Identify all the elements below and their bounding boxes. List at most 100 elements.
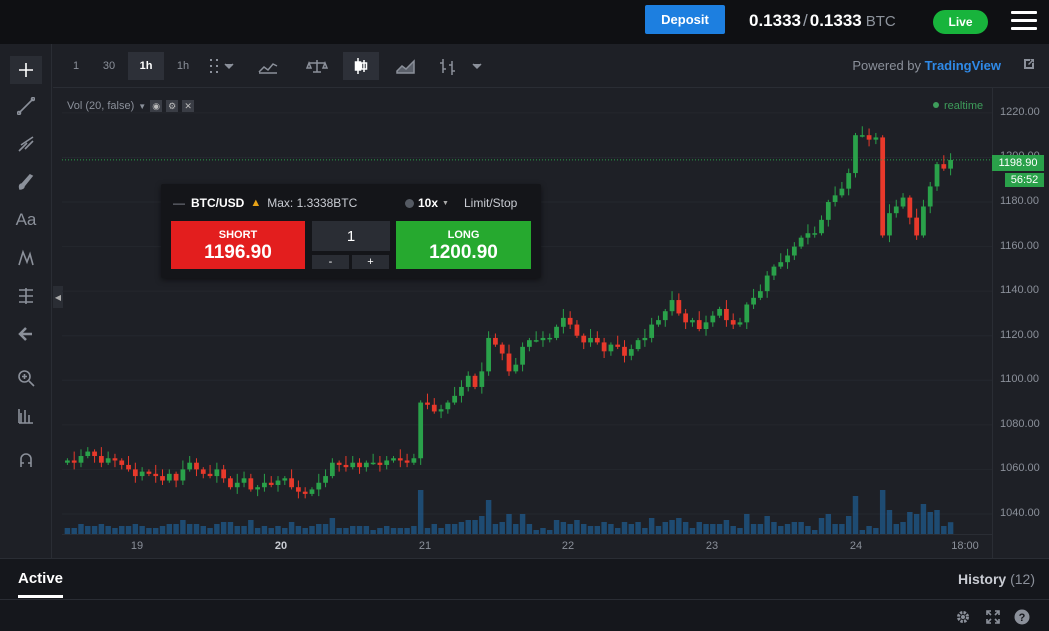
balance-available: 0.1333 (749, 11, 801, 30)
volume-bar (519, 514, 526, 534)
price-tick: 1100.00 (1000, 373, 1039, 386)
fullscreen-icon[interactable] (985, 609, 1001, 625)
quantity-decrease-button[interactable]: - (312, 255, 349, 269)
price-tick: 1160.00 (1000, 239, 1039, 252)
candle (622, 346, 627, 356)
long-price: 1200.90 (429, 242, 498, 263)
candle (302, 491, 308, 494)
interval-button[interactable]: 1 (65, 52, 87, 80)
deposit-button[interactable]: Deposit (645, 5, 725, 34)
candle (710, 315, 716, 323)
interval-button-selected[interactable]: 1h (128, 52, 164, 80)
pitchfork-icon[interactable] (10, 130, 42, 158)
compare-icon[interactable] (302, 52, 332, 80)
candle (479, 371, 485, 387)
candle (180, 469, 186, 481)
candle (853, 135, 858, 174)
time-tick: 22 (561, 540, 575, 552)
price-chart[interactable] (62, 104, 992, 534)
candle (493, 337, 498, 345)
candle (547, 337, 553, 340)
measure-icon[interactable] (10, 402, 42, 430)
indicators-icon[interactable] (253, 52, 283, 80)
brush-icon[interactable] (10, 168, 42, 196)
interval-button[interactable]: 30 (96, 52, 122, 80)
candle (459, 386, 464, 396)
bar-chart-icon[interactable] (433, 52, 463, 80)
candle (785, 255, 790, 263)
candle (921, 206, 926, 236)
minimize-panel-icon[interactable]: — (173, 196, 185, 210)
volume-bar (214, 524, 220, 534)
quantity-increase-button[interactable]: + (352, 255, 389, 269)
tab-history[interactable]: History (12) (958, 571, 1035, 587)
interval-button[interactable]: 1h (170, 52, 196, 80)
candle (934, 164, 940, 187)
long-button[interactable]: LONG 1200.90 (396, 221, 531, 269)
live-toggle[interactable]: Live (933, 10, 988, 34)
candle (832, 195, 838, 203)
crosshair-icon[interactable] (10, 56, 42, 84)
candle (391, 458, 396, 461)
candle (893, 206, 899, 214)
volume-bar (451, 524, 458, 534)
volume-bar (173, 524, 179, 534)
candle (431, 404, 437, 412)
popout-icon[interactable] (1021, 56, 1037, 72)
area-chart-icon[interactable] (391, 52, 421, 80)
help-icon[interactable]: ? (1014, 609, 1030, 625)
candle (234, 482, 240, 488)
candle (628, 349, 634, 356)
price-tick: 1220.00 (1000, 105, 1040, 118)
candle (819, 219, 824, 234)
symbol-label: BTC/USD (191, 196, 245, 210)
candle (146, 471, 152, 474)
candle (907, 197, 913, 218)
interval-dropdown-icon[interactable] (205, 52, 241, 80)
volume-bar (513, 524, 519, 534)
magnet-icon[interactable] (10, 446, 42, 474)
candle (506, 353, 512, 372)
tab-active[interactable]: Active (18, 570, 64, 598)
candlestick-icon[interactable] (343, 52, 379, 80)
text-tool-icon[interactable]: Aa (10, 206, 42, 234)
gear-icon[interactable] (955, 609, 971, 625)
chart-type-dropdown-icon[interactable] (467, 52, 487, 80)
leverage-dot-icon (405, 198, 414, 208)
leverage-selector[interactable]: 10x ▼ (405, 196, 449, 210)
zoom-in-icon[interactable] (10, 364, 42, 392)
powered-by[interactable]: Powered by TradingView (852, 58, 1001, 73)
quantity-input[interactable]: 1 (312, 221, 390, 251)
candle (343, 464, 349, 468)
candle (173, 473, 179, 481)
volume-bar (839, 524, 845, 534)
candle (248, 478, 254, 490)
candle (900, 197, 906, 207)
candle (255, 487, 261, 490)
volume-bar (825, 514, 832, 534)
order-panel: — BTC/USD ▲ Max: 1.3338BTC 10x ▼ Limit/S… (161, 184, 541, 278)
volume-bar (587, 526, 594, 534)
pattern-icon[interactable] (10, 244, 42, 272)
short-button[interactable]: SHORT 1196.90 (171, 221, 305, 269)
balance-separator: / (803, 11, 808, 30)
candle (554, 326, 559, 338)
candle (846, 173, 852, 189)
trend-line-icon[interactable] (10, 92, 42, 120)
candle (581, 335, 587, 343)
time-tick: 24 (849, 540, 863, 552)
candle (200, 469, 206, 474)
volume-bar (723, 520, 730, 534)
volume-bar (234, 526, 240, 534)
short-label: SHORT (218, 229, 258, 241)
hamburger-menu-icon[interactable] (1011, 11, 1037, 31)
candle (574, 324, 580, 336)
long-label: LONG (447, 229, 480, 241)
volume-bar (594, 526, 601, 534)
fib-retracement-icon[interactable] (10, 282, 42, 310)
candle (65, 460, 70, 463)
order-type-selector[interactable]: Limit/Stop (464, 196, 517, 210)
volume-bar (105, 526, 111, 534)
arrow-left-icon[interactable] (10, 320, 42, 348)
volume-bar (200, 526, 206, 534)
